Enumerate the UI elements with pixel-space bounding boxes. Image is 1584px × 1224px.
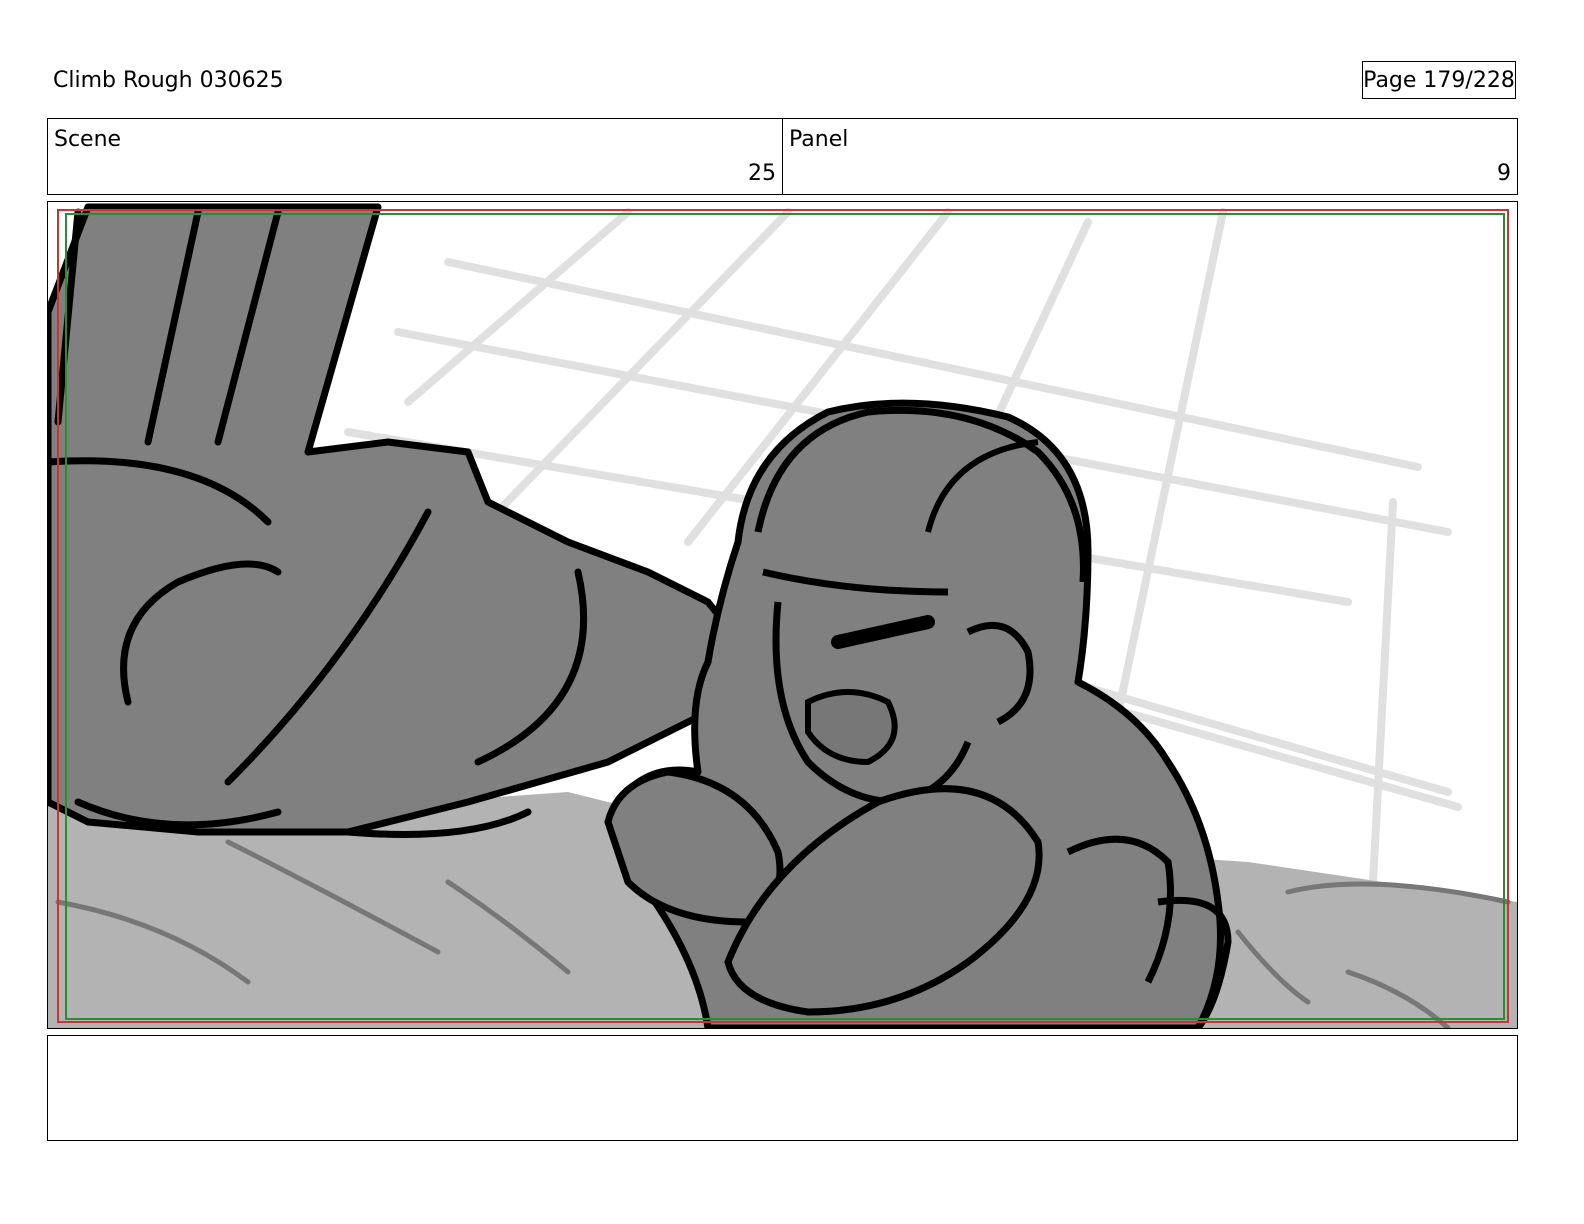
scene-number: 25	[748, 161, 776, 186]
scene-cell: Scene 25	[48, 119, 782, 194]
page-number: Page 179/228	[1362, 61, 1516, 99]
panel-number: 9	[1497, 161, 1511, 186]
panel-notes	[47, 1035, 1518, 1141]
storyboard-panel	[47, 201, 1518, 1029]
scene-panel-info: Scene 25 Panel 9	[47, 118, 1518, 195]
document-title: Climb Rough 030625	[53, 68, 284, 93]
panel-label: Panel	[789, 127, 849, 152]
scene-label: Scene	[54, 127, 122, 152]
panel-cell: Panel 9	[782, 119, 1517, 194]
storyboard-drawing	[48, 203, 1517, 1028]
